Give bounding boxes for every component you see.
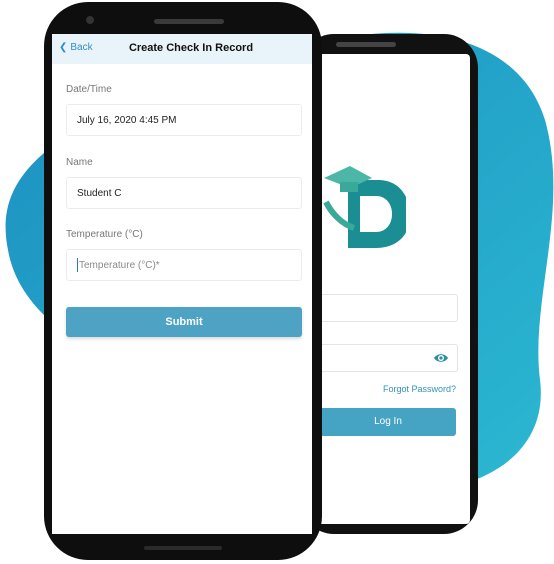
page-title: Create Check In Record bbox=[128, 42, 254, 54]
datetime-field[interactable]: July 16, 2020 4:45 PM bbox=[66, 104, 302, 136]
front-speaker bbox=[154, 19, 224, 24]
name-label: Name bbox=[66, 157, 93, 168]
username-field[interactable] bbox=[320, 294, 458, 322]
text-caret bbox=[77, 258, 78, 272]
datetime-label: Date/Time bbox=[66, 84, 112, 95]
name-field[interactable]: Student C bbox=[66, 177, 302, 209]
datetime-value: July 16, 2020 4:45 PM bbox=[77, 115, 177, 126]
temperature-label: Temperature (°C) bbox=[66, 229, 143, 240]
submit-button[interactable]: Submit bbox=[66, 307, 302, 337]
temperature-placeholder: Temperature (°C)* bbox=[79, 260, 160, 271]
back-phone-speaker bbox=[336, 42, 396, 47]
home-indicator bbox=[144, 546, 222, 550]
app-logo bbox=[323, 166, 406, 248]
nav-bar: ❮ Back Create Check In Record bbox=[52, 34, 312, 64]
temperature-input[interactable]: Temperature (°C)* bbox=[66, 249, 302, 281]
login-screen: Forgot Password? Log In bbox=[308, 54, 470, 524]
back-phone: Forgot Password? Log In bbox=[300, 34, 478, 534]
front-camera bbox=[86, 16, 94, 24]
password-field[interactable] bbox=[320, 344, 458, 372]
eye-icon[interactable] bbox=[433, 350, 449, 366]
login-button[interactable]: Log In bbox=[320, 408, 456, 436]
front-phone: ❮ Back Create Check In Record Date/Time J… bbox=[44, 2, 322, 560]
forgot-password-link[interactable]: Forgot Password? bbox=[320, 384, 456, 394]
name-value: Student C bbox=[77, 188, 122, 199]
check-in-screen: ❮ Back Create Check In Record Date/Time J… bbox=[52, 34, 312, 534]
